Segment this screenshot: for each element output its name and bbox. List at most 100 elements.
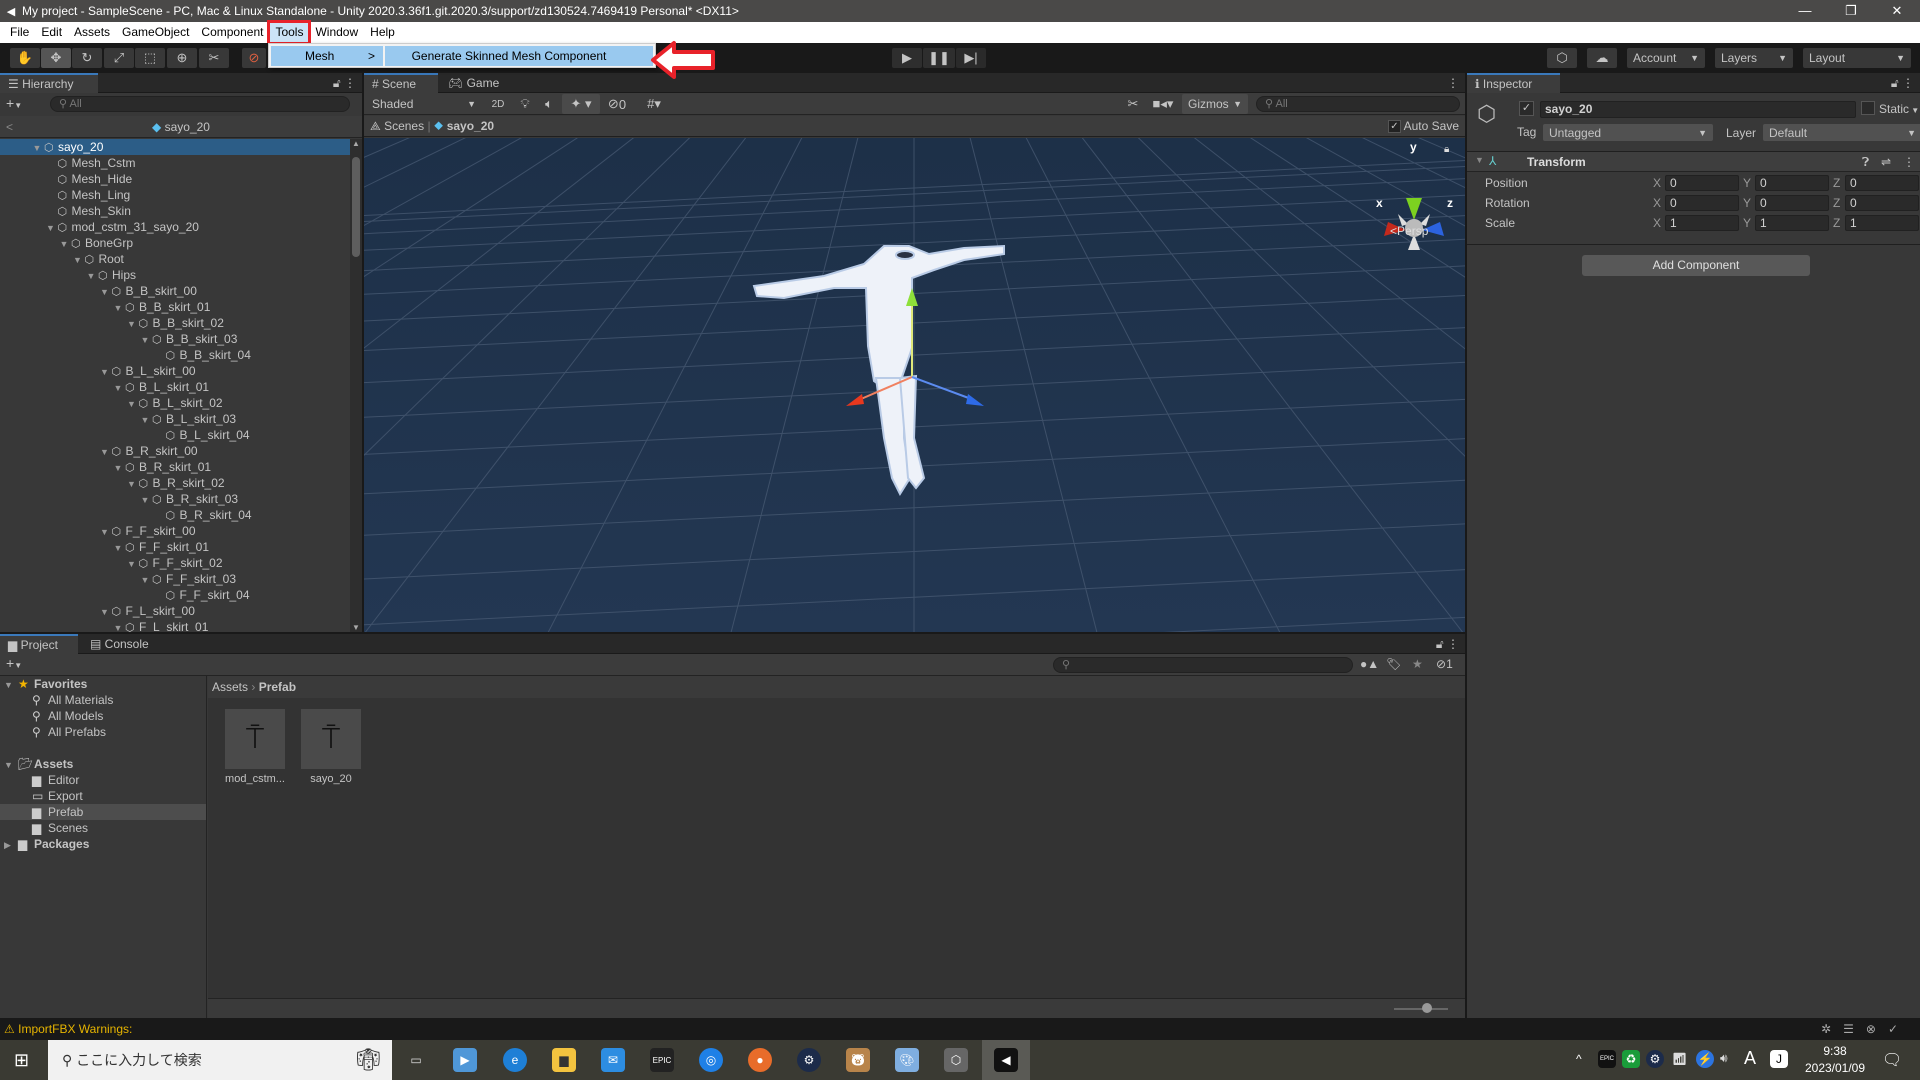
hierarchy-item[interactable]: ⬡ Mesh_Ling	[0, 187, 350, 203]
asset-thumbnail[interactable]: ⍑	[301, 709, 361, 769]
breadcrumb-scenes[interactable]: Scenes	[384, 119, 424, 133]
taskbar-search-input[interactable]: ⚲ ここに入力して検索 👘︎	[48, 1040, 392, 1080]
active-checkbox[interactable]: ✓	[1519, 101, 1534, 116]
steam-icon[interactable]: ⚙	[797, 1048, 821, 1072]
hierarchy-item[interactable]: ▼ ⬡ mod_cstm_31_sayo_20	[0, 219, 350, 235]
object-name-input[interactable]: sayo_20	[1540, 101, 1856, 118]
asset-thumbnail[interactable]: ⍑	[225, 709, 285, 769]
expand-arrow-icon[interactable]: ▼	[98, 364, 112, 380]
rotation-z-input[interactable]: 0	[1845, 195, 1919, 211]
status-icons[interactable]: ✲☰⊗✓	[1821, 1018, 1910, 1040]
hierarchy-item[interactable]: ▼ ⬡ B_B_skirt_03	[0, 331, 350, 347]
hierarchy-item[interactable]: ▼ ⬡ B_B_skirt_00	[0, 283, 350, 299]
media-player-icon[interactable]: ▶	[453, 1048, 477, 1072]
hidden-objects-toggle[interactable]: ⊘ 0	[602, 94, 632, 114]
custom-tool-button[interactable]: ✂	[199, 48, 229, 68]
axis-y-label[interactable]: Y	[1743, 216, 1751, 230]
project-search-input[interactable]: ⚲	[1053, 657, 1353, 673]
expand-arrow-icon[interactable]: ▼	[4, 757, 18, 773]
hierarchy-item[interactable]: ▼ ⬡ F_F_skirt_02	[0, 555, 350, 571]
hierarchy-item[interactable]: ▼ ⬡ B_L_skirt_03	[0, 411, 350, 427]
hierarchy-item[interactable]: ⬡ B_R_skirt_04	[0, 507, 350, 523]
presets-icon[interactable]: ⇌	[1881, 155, 1891, 169]
tools-toggle[interactable]: ✂	[1120, 94, 1146, 114]
hierarchy-item[interactable]: ▼ ⬡ F_F_skirt_03	[0, 571, 350, 587]
hierarchy-item[interactable]: ⬡ Mesh_Cstm	[0, 155, 350, 171]
windows-start-icon[interactable]: ⊞	[14, 1050, 29, 1071]
expand-arrow-icon[interactable]: ▼	[4, 677, 18, 693]
step-button[interactable]: ▶|	[956, 48, 986, 68]
hierarchy-item[interactable]: ⬡ B_L_skirt_04	[0, 427, 350, 443]
hierarchy-item[interactable]: ⬡ Mesh_Skin	[0, 203, 350, 219]
layout-dropdown[interactable]: Layout ▼	[1803, 48, 1911, 68]
scroll-down-icon[interactable]: ▼	[352, 623, 360, 632]
project-tree-item[interactable]: ▭ Export	[0, 788, 206, 804]
hierarchy-item[interactable]: ▼ ⬡ Hips	[0, 267, 350, 283]
tag-dropdown[interactable]: Untagged ▼	[1543, 124, 1713, 141]
lock-icon[interactable]: 🔓︎	[1436, 637, 1444, 651]
hierarchy-item[interactable]: ⬡ F_F_skirt_04	[0, 587, 350, 603]
transform-header[interactable]: ▼ ⅄ Transform ❓︎ ⇌ ⋮	[1467, 152, 1920, 172]
lighting-toggle[interactable]: 💡︎	[514, 94, 536, 114]
scale-x-input[interactable]: 1	[1665, 215, 1739, 231]
create-button[interactable]: +▼	[6, 95, 22, 111]
wifi-icon[interactable]: 📶︎	[1672, 1052, 1687, 1066]
shading-mode-dropdown[interactable]: Shaded ▼	[366, 94, 482, 114]
tray-app-icon[interactable]: J	[1770, 1050, 1788, 1068]
scale-tool-button[interactable]: ⤢	[104, 48, 134, 68]
rotate-tool-button[interactable]: ↻	[72, 48, 102, 68]
project-tree-item[interactable]: ▆ Editor	[0, 772, 206, 788]
expand-arrow-icon[interactable]: ▼	[111, 540, 125, 556]
2d-toggle[interactable]: 2D	[486, 94, 510, 114]
axis-x-label[interactable]: X	[1653, 196, 1661, 210]
project-tree-item[interactable]: ⚲ All Models	[0, 708, 206, 724]
expand-arrow-icon[interactable]: ▼	[138, 492, 152, 508]
scale-y-input[interactable]: 1	[1755, 215, 1829, 231]
axis-z-label[interactable]: Z	[1833, 216, 1840, 230]
project-tree-item[interactable]: ▆ Scenes	[0, 820, 206, 836]
kebab-menu-icon[interactable]: ⋮	[344, 76, 356, 90]
expand-arrow-icon[interactable]: ▼	[125, 316, 139, 332]
tab-hierarchy[interactable]: ☰ Hierarchy	[0, 73, 98, 93]
tab-inspector[interactable]: ℹ Inspector	[1467, 73, 1560, 93]
breadcrumb-assets[interactable]: Assets	[212, 680, 248, 694]
tab-project[interactable]: ▆ Project	[0, 634, 78, 654]
kebab-menu-icon[interactable]: ⋮	[1447, 73, 1459, 93]
expand-arrow-icon[interactable]: ▼	[84, 268, 98, 284]
minimize-button[interactable]: —	[1782, 3, 1828, 19]
hierarchy-item[interactable]: ▼ ⬡ F_F_skirt_01	[0, 539, 350, 555]
create-button[interactable]: +▼	[6, 655, 22, 671]
project-tree-item[interactable]: ▶ ▆ Packages	[0, 836, 206, 852]
hierarchy-item[interactable]: ▼ ⬡ B_R_skirt_01	[0, 459, 350, 475]
filter-by-label-icon[interactable]: 🏷︎	[1386, 657, 1401, 671]
menu-component[interactable]: Component	[195, 22, 269, 43]
axis-z-label[interactable]: Z	[1833, 196, 1840, 210]
volume-icon[interactable]: 🔊︎	[1720, 1051, 1728, 1066]
play-button[interactable]: ▶	[892, 48, 922, 68]
lock-icon[interactable]: 🔓︎	[333, 76, 341, 90]
scroll-up-icon[interactable]: ▲	[352, 139, 360, 148]
scene-search-input[interactable]: ⚲ All	[1256, 96, 1460, 112]
axis-x-label[interactable]: X	[1653, 176, 1661, 190]
help-icon[interactable]: ❓︎	[1862, 155, 1869, 170]
asset-label[interactable]: sayo_20	[294, 773, 368, 785]
static-dropdown[interactable]: Static ▼	[1879, 102, 1919, 116]
project-tree-item[interactable]: ⚲ All Materials	[0, 692, 206, 708]
expand-arrow-icon[interactable]: ▼	[98, 444, 112, 460]
hidden-packages-toggle[interactable]: ⊘1	[1436, 657, 1453, 671]
project-tree-item[interactable]: ▆ Prefab	[0, 804, 206, 820]
hierarchy-item[interactable]: ⬡ Mesh_Hide	[0, 171, 350, 187]
kebab-menu-icon[interactable]: ⋮	[1447, 637, 1459, 651]
tab-game[interactable]: 🎮︎ Game	[440, 73, 510, 93]
tab-console[interactable]: ▤ Console	[82, 634, 160, 654]
expand-arrow-icon[interactable]: ▼	[30, 140, 44, 156]
menu-file[interactable]: File	[4, 22, 35, 43]
hierarchy-item[interactable]: ▼ ⬡ F_L_skirt_00	[0, 603, 350, 619]
favorites-star-icon[interactable]: ★	[1412, 657, 1423, 671]
hierarchy-item[interactable]: ▼ ⬡ B_L_skirt_02	[0, 395, 350, 411]
position-x-input[interactable]: 0	[1665, 175, 1739, 191]
tray-epic-icon[interactable]: EPIC	[1598, 1050, 1616, 1068]
expand-arrow-icon[interactable]: ▼	[111, 620, 125, 632]
grid-dropdown[interactable]: #▾	[634, 94, 674, 114]
hierarchy-item[interactable]: ▼ ⬡ B_R_skirt_03	[0, 491, 350, 507]
